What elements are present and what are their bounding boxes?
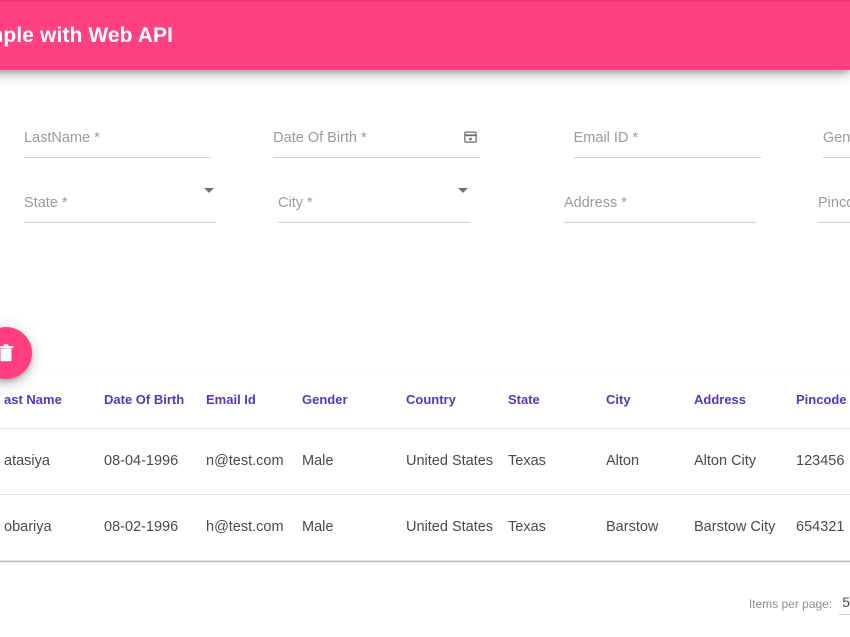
chevron-down-icon[interactable] <box>458 188 468 211</box>
city-underline <box>278 222 470 223</box>
form-row-2: State * City * Address * Pincode * <box>0 185 850 229</box>
table-header-row: ast Name Date Of Birth Email Id Gender C… <box>0 372 850 429</box>
calendar-icon[interactable] <box>463 128 478 144</box>
cell-country: United States <box>406 494 508 561</box>
cell-gender: Male <box>302 428 406 495</box>
state-label: State * <box>24 195 68 211</box>
cell-state: Texas <box>508 428 606 495</box>
lastname-label: LastName * <box>24 130 100 146</box>
cell-address: Alton City <box>694 428 796 495</box>
items-per-page-value: 5 <box>842 594 850 610</box>
city-field[interactable]: City * <box>278 185 470 229</box>
gender-label: Gender * <box>822 130 850 146</box>
cell-dob: 08-04-1996 <box>104 428 206 495</box>
items-per-page-label: Items per page: <box>748 597 833 611</box>
table-head: ast Name Date Of Birth Email Id Gender C… <box>0 372 850 429</box>
gender-underline <box>822 157 850 158</box>
email-id-underline <box>573 157 761 158</box>
column-header-city[interactable]: City <box>606 372 694 429</box>
gender-field[interactable]: Gender * <box>822 120 850 164</box>
cell-email: h@test.com <box>206 494 302 561</box>
toolbar-top-accent <box>0 0 850 2</box>
page-title: CRUD Example with Web API <box>0 24 174 47</box>
address-underline <box>564 222 756 223</box>
cell-address: Barstow City <box>694 494 796 561</box>
items-per-page-underline <box>839 614 850 615</box>
form-row-1: LastName * Date Of Birth * Email ID * Ge… <box>0 120 850 164</box>
city-label: City * <box>278 195 313 211</box>
column-header-state[interactable]: State <box>508 372 606 429</box>
cell-dob: 08-02-1996 <box>104 494 206 561</box>
data-table: ast Name Date Of Birth Email Id Gender C… <box>0 372 850 561</box>
app-toolbar: CRUD Example with Web API <box>0 2 850 70</box>
cell-pincode: 654321 <box>796 494 850 561</box>
column-header-gender[interactable]: Gender <box>302 372 406 429</box>
chevron-down-icon[interactable] <box>204 188 214 211</box>
cell-country: United States <box>406 428 508 495</box>
table-row[interactable]: atasiya 08-04-1996 n@test.com Male Unite… <box>0 428 850 495</box>
cell-last-name: atasiya <box>4 428 104 495</box>
data-table-card: ast Name Date Of Birth Email Id Gender C… <box>0 372 850 561</box>
cell-gender: Male <box>302 494 406 561</box>
column-header-country[interactable]: Country <box>406 372 508 429</box>
column-header-dob[interactable]: Date Of Birth <box>104 372 206 429</box>
entry-form: LastName * Date Of Birth * Email ID * Ge… <box>0 70 850 310</box>
table-row[interactable]: obariya 08-02-1996 h@test.com Male Unite… <box>0 494 850 561</box>
date-of-birth-underline <box>273 157 480 158</box>
column-header-address[interactable]: Address <box>694 372 796 429</box>
table-body: atasiya 08-04-1996 n@test.com Male Unite… <box>0 428 850 561</box>
email-id-field[interactable]: Email ID * <box>573 120 761 164</box>
date-of-birth-field[interactable]: Date Of Birth * <box>273 120 480 164</box>
table-paginator: Items per page: 5 <box>0 576 850 632</box>
cell-city: Alton <box>606 428 694 495</box>
address-label: Address * <box>564 195 627 211</box>
pincode-underline <box>818 222 850 223</box>
cell-city: Barstow <box>606 494 694 561</box>
lastname-field[interactable]: LastName * <box>24 120 212 164</box>
lastname-underline <box>24 157 212 158</box>
date-of-birth-label: Date Of Birth * <box>273 130 367 146</box>
email-id-label: Email ID * <box>573 130 639 146</box>
cell-email: n@test.com <box>206 428 302 495</box>
pincode-field[interactable]: Pincode * <box>818 185 850 229</box>
delete-icon <box>0 342 17 364</box>
address-field[interactable]: Address * <box>564 185 756 229</box>
cell-last-name: obariya <box>4 494 104 561</box>
state-underline <box>24 222 216 223</box>
app-page: CRUD Example with Web API LastName * Dat… <box>0 0 850 637</box>
column-header-pincode[interactable]: Pincode <box>796 372 850 429</box>
cell-state: Texas <box>508 494 606 561</box>
column-header-email[interactable]: Email Id <box>206 372 302 429</box>
cell-pincode: 123456 <box>796 428 850 495</box>
pincode-label: Pincode * <box>818 195 850 211</box>
items-per-page-select[interactable]: 5 <box>839 594 850 615</box>
state-field[interactable]: State * <box>24 185 216 229</box>
column-header-last-name[interactable]: ast Name <box>4 372 104 429</box>
